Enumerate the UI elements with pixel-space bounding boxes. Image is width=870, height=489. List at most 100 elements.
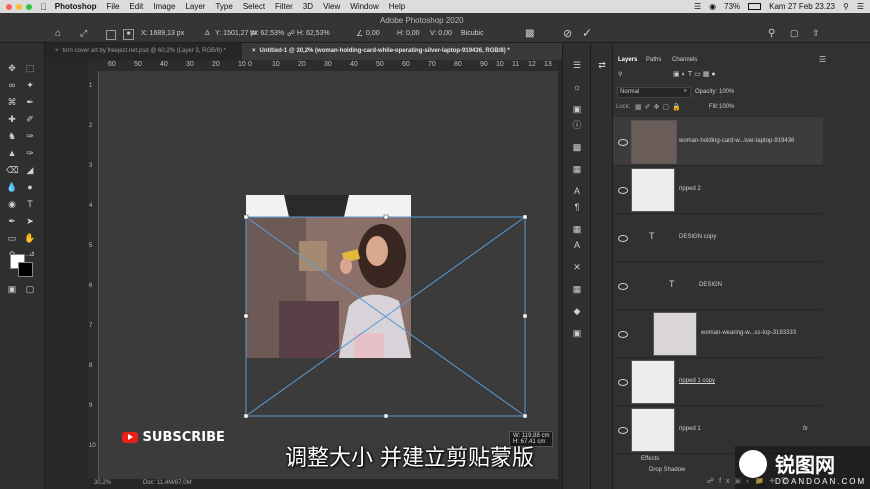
layer-name[interactable]: ripped 1 copy: [679, 378, 715, 384]
zoom-level[interactable]: 30,2%: [94, 480, 111, 486]
visibility-eye-icon[interactable]: [618, 235, 628, 242]
move-tool-icon[interactable]: ✥: [6, 62, 18, 74]
timeline-panel-icon[interactable]: ▣: [571, 327, 583, 339]
layer-fx-icon[interactable]: fx: [803, 426, 808, 432]
home-icon[interactable]: ⌂: [55, 28, 61, 39]
eraser-tool-icon[interactable]: ⌫: [6, 164, 19, 176]
background-color-swatch[interactable]: [18, 262, 33, 277]
adjustments-panel-icon[interactable]: ▣: [571, 103, 583, 115]
hand-tool-icon[interactable]: ✋: [24, 232, 36, 244]
effects-label[interactable]: Effects: [641, 456, 659, 462]
layer-name[interactable]: woman-holding-card-w...lver-laptop-91943…: [679, 138, 794, 144]
visibility-eye-icon[interactable]: [618, 187, 628, 194]
tab-close-icon[interactable]: ×: [55, 48, 59, 54]
path-selection-tool-icon[interactable]: ➤: [24, 215, 36, 227]
visibility-eye-icon[interactable]: [618, 139, 628, 146]
quick-select-tool-icon[interactable]: ✦: [24, 79, 36, 91]
paragraph-panel-icon[interactable]: ¶: [571, 201, 583, 213]
share-icon[interactable]: ⇧: [812, 28, 820, 39]
tab-torn-cover-art[interactable]: × torn cover art by freeject.net.psd @ 60…: [45, 43, 250, 60]
width-percent-field[interactable]: W: 62,53%: [250, 30, 284, 37]
light-panel-icon[interactable]: ☼: [571, 81, 583, 93]
visibility-eye-icon[interactable]: [618, 331, 628, 338]
clock[interactable]: Kam 27 Feb 23.23: [769, 2, 835, 11]
clone-stamp-tool-icon[interactable]: ♞: [6, 130, 18, 142]
visibility-eye-icon[interactable]: [618, 379, 628, 386]
fill-field[interactable]: 100%: [719, 104, 734, 110]
menu-filter[interactable]: Filter: [275, 2, 293, 11]
menu-select[interactable]: Select: [243, 2, 265, 11]
drop-shadow-label[interactable]: Drop Shadow: [649, 467, 685, 473]
reference-point-icon[interactable]: ■: [123, 29, 134, 40]
swap-colors-icon[interactable]: ↺: [26, 249, 38, 261]
layer-row[interactable]: woman-wearing-w...ss-top-3193333: [613, 309, 823, 358]
swatches-panel-icon[interactable]: ▦: [571, 163, 583, 175]
h-skew-field[interactable]: H: 0,00: [397, 30, 420, 37]
delta-icon[interactable]: Δ: [205, 30, 210, 37]
panel-menu-icon[interactable]: ☰: [819, 55, 826, 64]
lasso-tool-icon[interactable]: ∞: [6, 79, 18, 91]
blur-tool-icon[interactable]: 💧: [6, 181, 18, 193]
marquee-tool-icon[interactable]: ⬚: [24, 62, 36, 74]
layer-row[interactable]: ripped 1 copy: [613, 357, 823, 406]
stamp-icon[interactable]: ▲: [6, 147, 18, 159]
cancel-transform-icon[interactable]: ⊘: [563, 27, 572, 40]
gradient-tool-icon[interactable]: ◢: [24, 164, 36, 176]
crop-tool-icon[interactable]: ⌘: [6, 96, 18, 108]
brush-tool-icon[interactable]: ✐: [24, 113, 36, 125]
spotlight-icon[interactable]: ⚲: [843, 2, 849, 11]
layer-name[interactable]: ripped 1: [679, 426, 701, 432]
menu-view[interactable]: View: [323, 2, 340, 11]
layer-row[interactable]: T DESIGN: [613, 261, 823, 310]
history-brush-tool-icon[interactable]: ✑: [24, 130, 36, 142]
visibility-eye-icon[interactable]: [618, 427, 628, 434]
layer-name[interactable]: woman-wearing-w...ss-top-3193333: [701, 330, 796, 336]
zoom-window-button[interactable]: [26, 3, 32, 10]
document-artwork[interactable]: [99, 71, 558, 479]
filter-type-icons[interactable]: ▣◐T▭▦●: [673, 70, 718, 78]
type-tool-icon[interactable]: T: [24, 198, 36, 210]
smudge-tool-icon[interactable]: ◉: [6, 198, 18, 210]
close-window-button[interactable]: [6, 3, 12, 10]
info-panel-icon[interactable]: ⓘ: [571, 119, 583, 131]
history-panel-icon[interactable]: ☰: [571, 59, 583, 71]
layer-row[interactable]: woman-holding-card-w...lver-laptop-91943…: [613, 117, 823, 166]
character-styles-icon[interactable]: A: [571, 239, 583, 251]
menu-app-photoshop[interactable]: Photoshop: [55, 2, 97, 11]
menu-image[interactable]: Image: [153, 2, 175, 11]
vertical-ruler[interactable]: 1 2 3 4 5 6 7 8 9 10: [88, 71, 99, 479]
filter-kind-icon[interactable]: ⚲: [618, 71, 622, 78]
pen-tool-icon[interactable]: ✒: [6, 215, 18, 227]
menu-type[interactable]: Type: [215, 2, 232, 11]
commit-transform-icon[interactable]: ✓: [582, 26, 592, 40]
x-position-field[interactable]: X: 1689,13 px: [141, 30, 184, 37]
screen-mode-icon[interactable]: ▢: [24, 283, 36, 295]
tab-channels[interactable]: Channels: [672, 57, 697, 63]
3d-panel-icon[interactable]: ◆: [571, 305, 583, 317]
tab-layers[interactable]: Layers: [618, 57, 637, 63]
link-icon[interactable]: ☍: [287, 29, 295, 38]
canvas-area[interactable]: W: 119,88 cm H: 67,41 cm: [99, 71, 558, 479]
layer-name[interactable]: DESIGN copy: [679, 234, 716, 240]
panel-options-icon[interactable]: ⇄: [596, 59, 608, 71]
character-panel-icon[interactable]: A: [571, 185, 583, 197]
minimize-window-button[interactable]: [16, 3, 22, 10]
workspace-icon[interactable]: ▢: [790, 28, 799, 39]
menu-3d[interactable]: 3D: [303, 2, 313, 11]
menu-window[interactable]: Window: [350, 2, 378, 11]
tab-paths[interactable]: Paths: [646, 57, 661, 63]
search-icon[interactable]: ⚲: [768, 28, 775, 39]
opacity-field[interactable]: 100%: [719, 89, 734, 95]
menu-extras-icon[interactable]: ☰: [694, 2, 701, 11]
menu-layer[interactable]: Layer: [185, 2, 205, 11]
glyphs-panel-icon[interactable]: ▦: [571, 223, 583, 235]
tab-untitled-1[interactable]: × Untitled-1 @ 30,2% (woman-holding-card-…: [242, 43, 568, 60]
layer-name[interactable]: ripped 2: [679, 186, 701, 192]
warp-mode-icon[interactable]: ▩: [525, 28, 534, 39]
transform-tool-icon[interactable]: ⤢: [80, 28, 87, 39]
grid-panel-icon[interactable]: ▦: [571, 283, 583, 295]
menu-edit[interactable]: Edit: [129, 2, 143, 11]
visibility-eye-icon[interactable]: [618, 283, 628, 290]
menu-help[interactable]: Help: [389, 2, 405, 11]
apple-icon[interactable]: : [40, 2, 47, 12]
